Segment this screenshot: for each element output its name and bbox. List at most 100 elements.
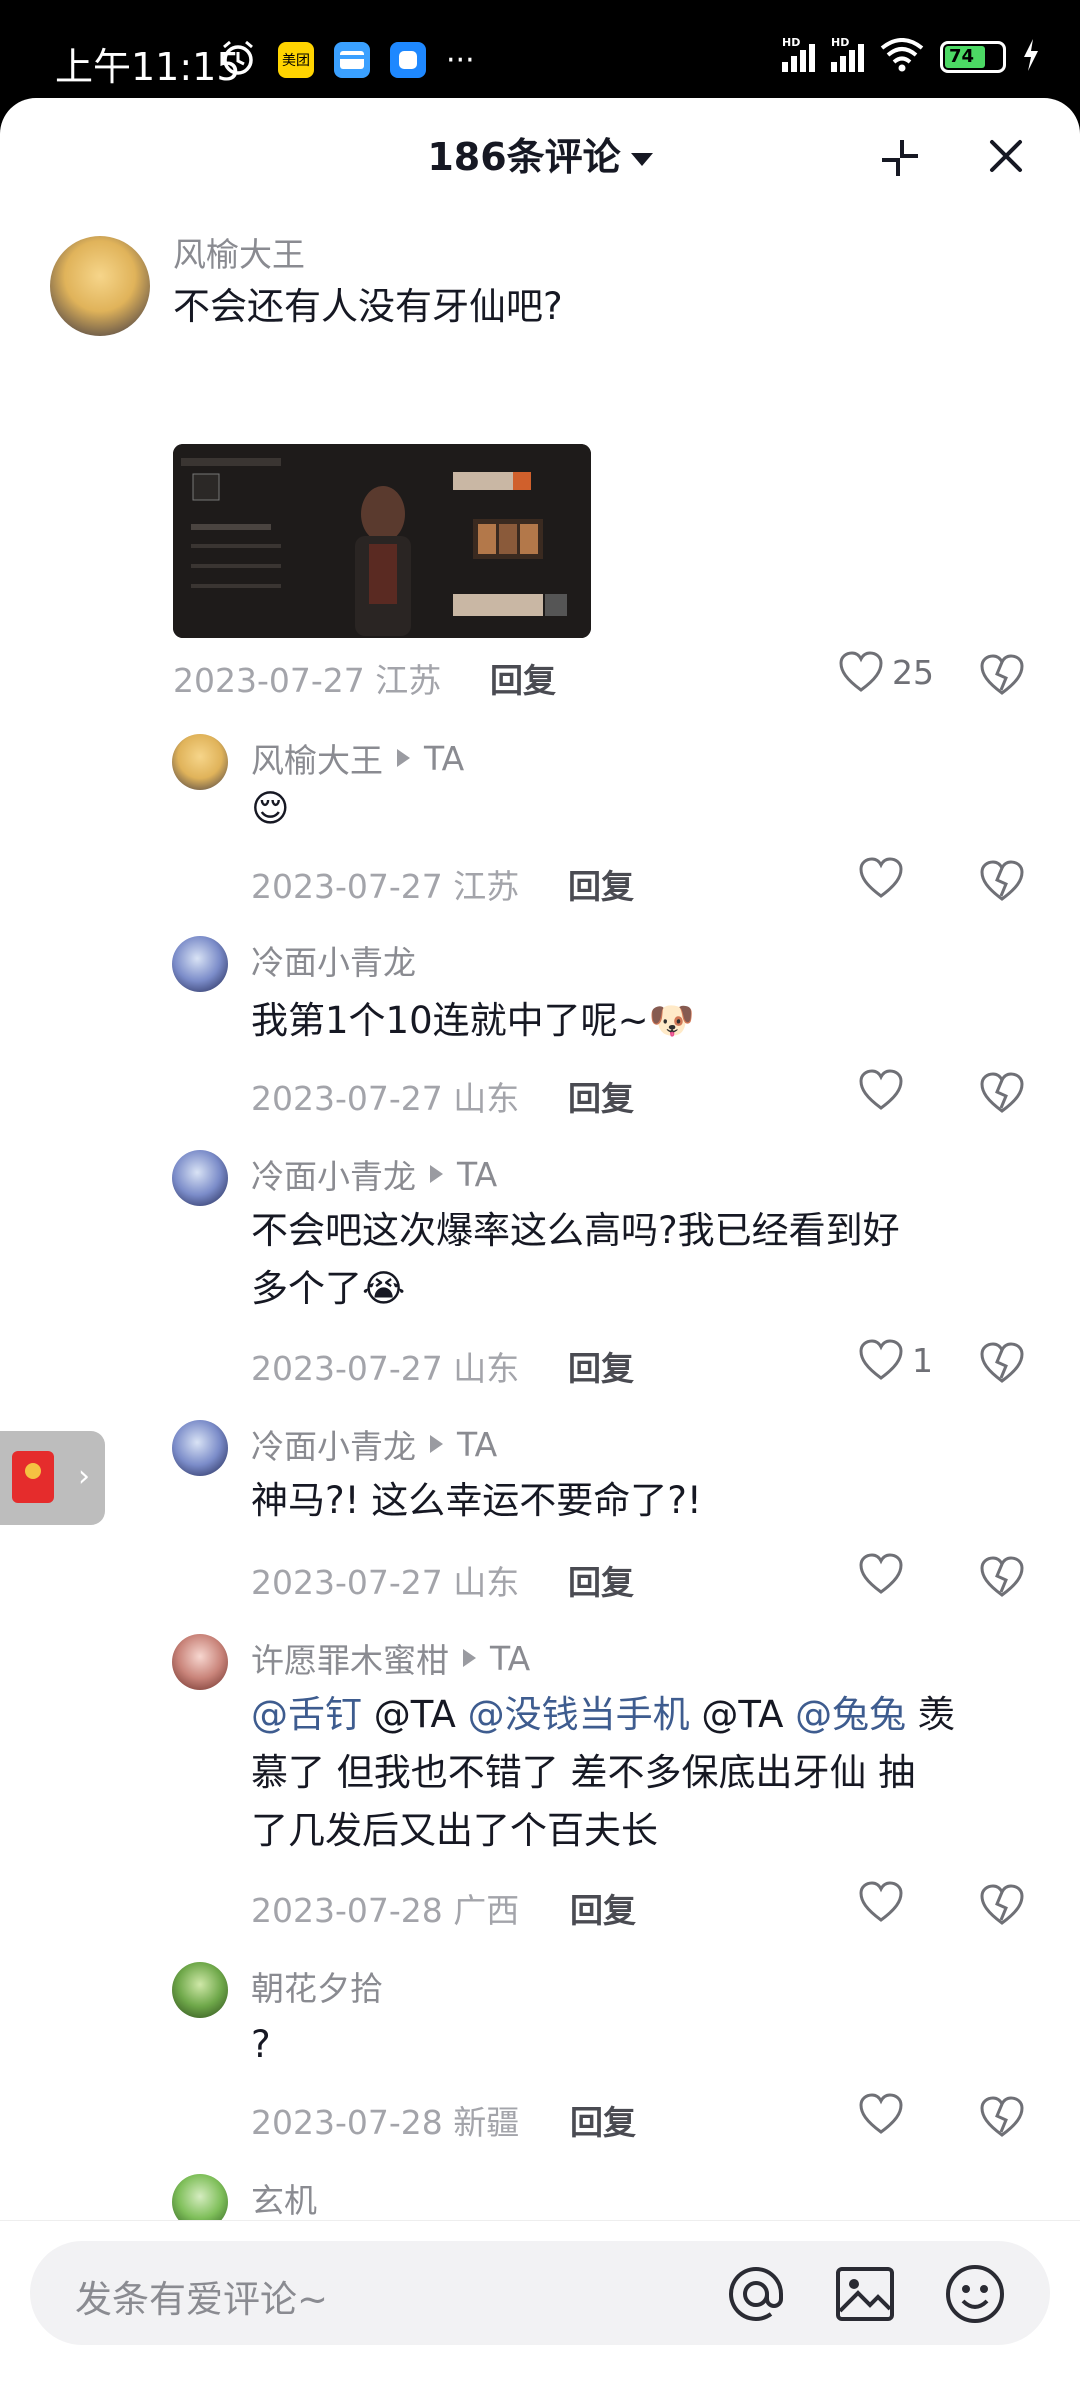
comment-nickname[interactable]: 冷面小青龙 TA	[251, 1420, 497, 1468]
dislike-button[interactable]	[979, 1884, 1025, 1930]
dislike-button[interactable]	[979, 1556, 1025, 1602]
avatar[interactable]	[50, 236, 150, 336]
comment-nickname[interactable]: 朝花夕拾	[251, 1962, 383, 2010]
like-button[interactable]	[858, 2093, 904, 2135]
comment-nickname[interactable]: 冷面小青龙	[251, 936, 416, 984]
comment-image[interactable]	[173, 444, 591, 638]
charging-icon	[1022, 39, 1040, 75]
chevron-down-icon	[630, 153, 653, 166]
comment-date-location: 2023-07-28 新疆	[251, 2103, 520, 2142]
comment-nickname[interactable]: 风榆大王	[173, 228, 305, 276]
avatar[interactable]	[172, 936, 228, 992]
comment-text: 不会吧这次爆率这么高吗?我已经看到好 多个了😭	[251, 1209, 900, 1310]
comment-date-location: 2023-07-27 山东	[251, 1079, 520, 1118]
card-app-icon	[334, 42, 370, 78]
signal-icon-2: HD	[831, 36, 864, 72]
sheet-header: 186条评论	[0, 98, 1080, 208]
like-button[interactable]	[858, 1881, 904, 1923]
comment-nickname[interactable]: 风榆大王 TA	[251, 734, 464, 782]
image-icon[interactable]	[834, 2263, 896, 2325]
reply-arrow-icon	[463, 1649, 476, 1667]
comment-nickname[interactable]: 玄机	[251, 2174, 317, 2222]
like-button[interactable]: 1	[858, 1339, 933, 1381]
comment-text: ?	[251, 2023, 271, 2066]
like-button[interactable]: 25	[838, 651, 934, 693]
at-mention-icon[interactable]	[725, 2263, 787, 2325]
mention-link[interactable]: @兔兔	[795, 1693, 906, 1736]
reply-button[interactable]: 回复	[568, 1072, 634, 1120]
avatar[interactable]	[172, 734, 228, 790]
dislike-button[interactable]	[979, 1072, 1025, 1118]
mention-link[interactable]: @没钱当手机	[468, 1693, 690, 1736]
reply-button[interactable]: 回复	[570, 1884, 636, 1932]
mention-link[interactable]: @TA	[701, 1693, 783, 1736]
comment-input[interactable]: 发条有爱评论~	[30, 2241, 1050, 2345]
close-icon[interactable]	[988, 138, 1024, 174]
status-system-icons: HD HD 74	[782, 36, 1040, 76]
red-envelope-icon	[12, 1451, 54, 1503]
broken-heart-icon	[980, 654, 1024, 695]
wifi-icon	[880, 38, 924, 76]
heart-icon	[839, 651, 883, 692]
dislike-button[interactable]	[979, 654, 1025, 700]
comment-sheet: 186条评论 风榆大王 不会还有人没有牙仙吧? 2023-07-27 江苏 回复…	[0, 98, 1080, 2400]
comment-date-location: 2023-07-28 广西	[251, 1891, 520, 1930]
like-count: 25	[892, 652, 934, 692]
heart-icon	[859, 1553, 903, 1594]
reply-button[interactable]: 回复	[568, 860, 634, 908]
comment-input-placeholder: 发条有爱评论~	[75, 2278, 329, 2321]
reply-button[interactable]: 回复	[570, 2096, 636, 2144]
like-button[interactable]	[858, 1069, 904, 1111]
alarm-icon	[218, 38, 258, 82]
reply-arrow-icon	[430, 1435, 443, 1453]
comment-text: 不会还有人没有牙仙吧?	[173, 285, 563, 328]
broken-heart-icon	[980, 1072, 1024, 1113]
reply-button[interactable]: 回复	[490, 654, 556, 702]
reply-button[interactable]: 回复	[568, 1342, 634, 1390]
comment-date-location: 2023-07-27 江苏	[173, 661, 442, 700]
avatar[interactable]	[172, 1420, 228, 1476]
broken-heart-icon	[980, 860, 1024, 901]
broken-heart-icon	[980, 1884, 1024, 1925]
comment-nickname[interactable]: 许愿罪木蜜柑 TA	[251, 1634, 530, 1682]
comment-text: @舌钉 @TA @没钱当手机 @TA @兔兔 羡 慕了 但我也不错了 差不多保底…	[251, 1693, 955, 1852]
dislike-button[interactable]	[979, 860, 1025, 906]
comment-nickname[interactable]: 冷面小青龙 TA	[251, 1150, 497, 1198]
status-bar: 上午11:15 美团 ··· HD HD 74	[0, 0, 1080, 100]
meituan-app-icon: 美团	[278, 42, 314, 78]
comment-text: 神马?! 这么幸运不要命了?!	[251, 1479, 702, 1522]
heart-icon	[859, 857, 903, 898]
battery-icon: 74	[940, 41, 1006, 73]
mention-link[interactable]: @舌钉	[251, 1693, 362, 1736]
like-count: 1	[912, 1340, 933, 1380]
heart-icon	[859, 1339, 903, 1380]
heart-icon	[859, 1881, 903, 1922]
emoji-icon[interactable]	[944, 2263, 1006, 2325]
chat-app-icon	[390, 42, 426, 78]
dislike-button[interactable]	[979, 1342, 1025, 1388]
like-button[interactable]	[858, 1553, 904, 1595]
signal-icon: HD	[782, 36, 815, 72]
avatar[interactable]	[172, 1962, 228, 2018]
dislike-button[interactable]	[979, 2096, 1025, 2142]
red-envelope-tab[interactable]: ›	[0, 1431, 105, 1525]
comment-date-location: 2023-07-27 山东	[251, 1563, 520, 1602]
comment-input-bar: 发条有爱评论~	[0, 2220, 1080, 2370]
reply-button[interactable]: 回复	[568, 1556, 634, 1604]
collapse-icon[interactable]	[880, 138, 920, 178]
more-notifications: ···	[446, 42, 475, 78]
broken-heart-icon	[980, 1342, 1024, 1383]
comment-date-location: 2023-07-27 江苏	[251, 867, 520, 906]
comment-date-location: 2023-07-27 山东	[251, 1349, 520, 1388]
status-time: 上午11:15	[55, 45, 241, 89]
comment-text: 😌	[251, 787, 290, 830]
status-notification-icons: 美团 ···	[218, 38, 475, 82]
mention-link[interactable]: @TA	[374, 1693, 456, 1736]
avatar[interactable]	[172, 1634, 228, 1690]
heart-icon	[859, 2093, 903, 2134]
broken-heart-icon	[980, 2096, 1024, 2137]
avatar[interactable]	[172, 1150, 228, 1206]
like-button[interactable]	[858, 857, 904, 899]
system-nav-bar	[0, 2370, 1080, 2400]
chevron-right-icon: ›	[78, 1459, 90, 1494]
